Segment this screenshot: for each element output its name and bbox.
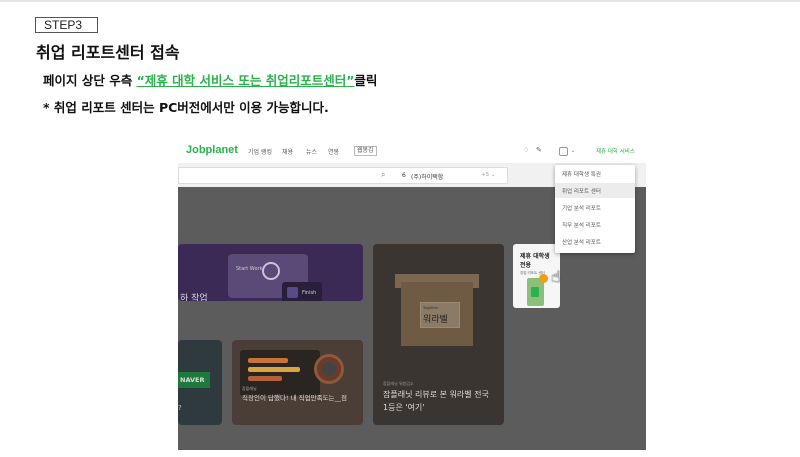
card-finish-label: Finish: [302, 290, 317, 296]
partner-university-link[interactable]: 제휴 대학 서비스: [596, 147, 635, 155]
step-label: STEP3: [35, 17, 98, 33]
search-icon[interactable]: ⌕: [381, 170, 385, 180]
target-center: [322, 362, 336, 376]
dropdown-item-student-perks[interactable]: 제휴 대학생 특권: [562, 170, 601, 178]
card-start-label: Start Work: [236, 266, 263, 272]
dropdown-item-company-report[interactable]: 기업 분석 리포트: [562, 204, 601, 212]
dropdown-item-job-report[interactable]: 직무 분석 리포트: [562, 221, 601, 229]
content-card[interactable]: NAVER ?: [178, 340, 222, 425]
instruction-note: * 취업 리포트 센터는 PC버전에서만 이용 가능합니다.: [43, 100, 329, 115]
instruction-prefix: 페이지 상단 우측: [43, 73, 137, 88]
embedded-screenshot: Jobplanet 기업 랭킹 채용 뉴스 연봉 웹봉김 ♢ ✎ ⌄ 제휴 대학…: [178, 140, 646, 450]
dropdown-item-report-center[interactable]: 취업 리포트 센터: [562, 187, 601, 195]
bell-icon[interactable]: ♢: [523, 146, 529, 154]
naver-badge: NAVER: [178, 372, 210, 388]
instruction-quote-open: “: [136, 73, 145, 88]
card-title: 하 작업: [180, 294, 208, 301]
card-tag: 잡플래닛: [242, 386, 257, 391]
card-title: ?: [178, 404, 182, 412]
box-small-text: Together: [423, 306, 439, 310]
gear-icon: [539, 274, 548, 283]
content-card[interactable]: 잡플래닛 직장인이 답했다! 내 직업만족도는__점: [232, 340, 363, 425]
nav-item-company-ranking[interactable]: 기업 랭킹: [248, 147, 272, 156]
search-prefix: 6: [402, 172, 406, 179]
top-divider: [0, 0, 800, 2]
nav-item-news[interactable]: 뉴스: [306, 147, 317, 156]
nav-item-badge[interactable]: 웹봉김: [354, 146, 377, 156]
chevron-down-icon[interactable]: ⌄: [571, 148, 575, 154]
box-word: 워라벨: [423, 315, 448, 325]
content-card[interactable]: Start Work Finish 하 작업: [178, 244, 363, 301]
site-logo[interactable]: Jobplanet: [186, 144, 238, 156]
hand-cursor-icon: ☝: [551, 267, 561, 286]
card-title: 직장인이 답했다! 내 직업만족도는__점: [242, 394, 348, 402]
nav-item-jobs[interactable]: 채용: [282, 147, 293, 156]
bar-decoration: [248, 358, 288, 363]
pen-icon[interactable]: ✎: [536, 146, 542, 154]
card-title: 제휴 대학생 전용: [520, 253, 550, 269]
search-value: (주)하이택함: [411, 174, 444, 181]
content-card[interactable]: Together 워라벨 잡플래닛 워칭업소 잡플래닛 리뷰로 본 워라벨 전국…: [373, 244, 504, 425]
app-icon: [287, 287, 298, 298]
nav-item-salary[interactable]: 연봉: [328, 147, 339, 156]
profile-dropdown: 제휴 대학생 특권 취업 리포트 센터 기업 분석 리포트 직무 분석 리포트 …: [555, 165, 635, 253]
card-tag: 잡플래닛 워칭업소: [383, 381, 414, 386]
openai-logo-icon: [262, 262, 280, 280]
bar-decoration: [248, 376, 282, 381]
bar-decoration: [248, 367, 300, 372]
card-title: 잡플래닛 리뷰로 본 워라벨 전국 1등은 '여기': [383, 390, 489, 412]
instruction-suffix: 클릭: [354, 73, 378, 88]
search-input[interactable]: ⌕ 6 (주)하이택함 +5 ⌄: [178, 167, 508, 184]
page-title: 취업 리포트센터 접속: [36, 43, 180, 62]
dropdown-item-industry-report[interactable]: 산업 분석 리포트: [562, 238, 601, 246]
user-icon[interactable]: [559, 147, 568, 156]
instruction-line: 페이지 상단 우측 “제휴 대학 서비스 또는 취업리포트센터”클릭: [43, 70, 377, 89]
instruction-highlight-link[interactable]: 제휴 대학 서비스 또는 취업리포트센터: [145, 73, 346, 88]
lock-icon: [531, 287, 539, 297]
search-suffix: +5 ⌄: [481, 172, 496, 178]
site-nav: Jobplanet 기업 랭킹 채용 뉴스 연봉 웹봉김 ♢ ✎ ⌄ 제휴 대학…: [178, 140, 646, 164]
